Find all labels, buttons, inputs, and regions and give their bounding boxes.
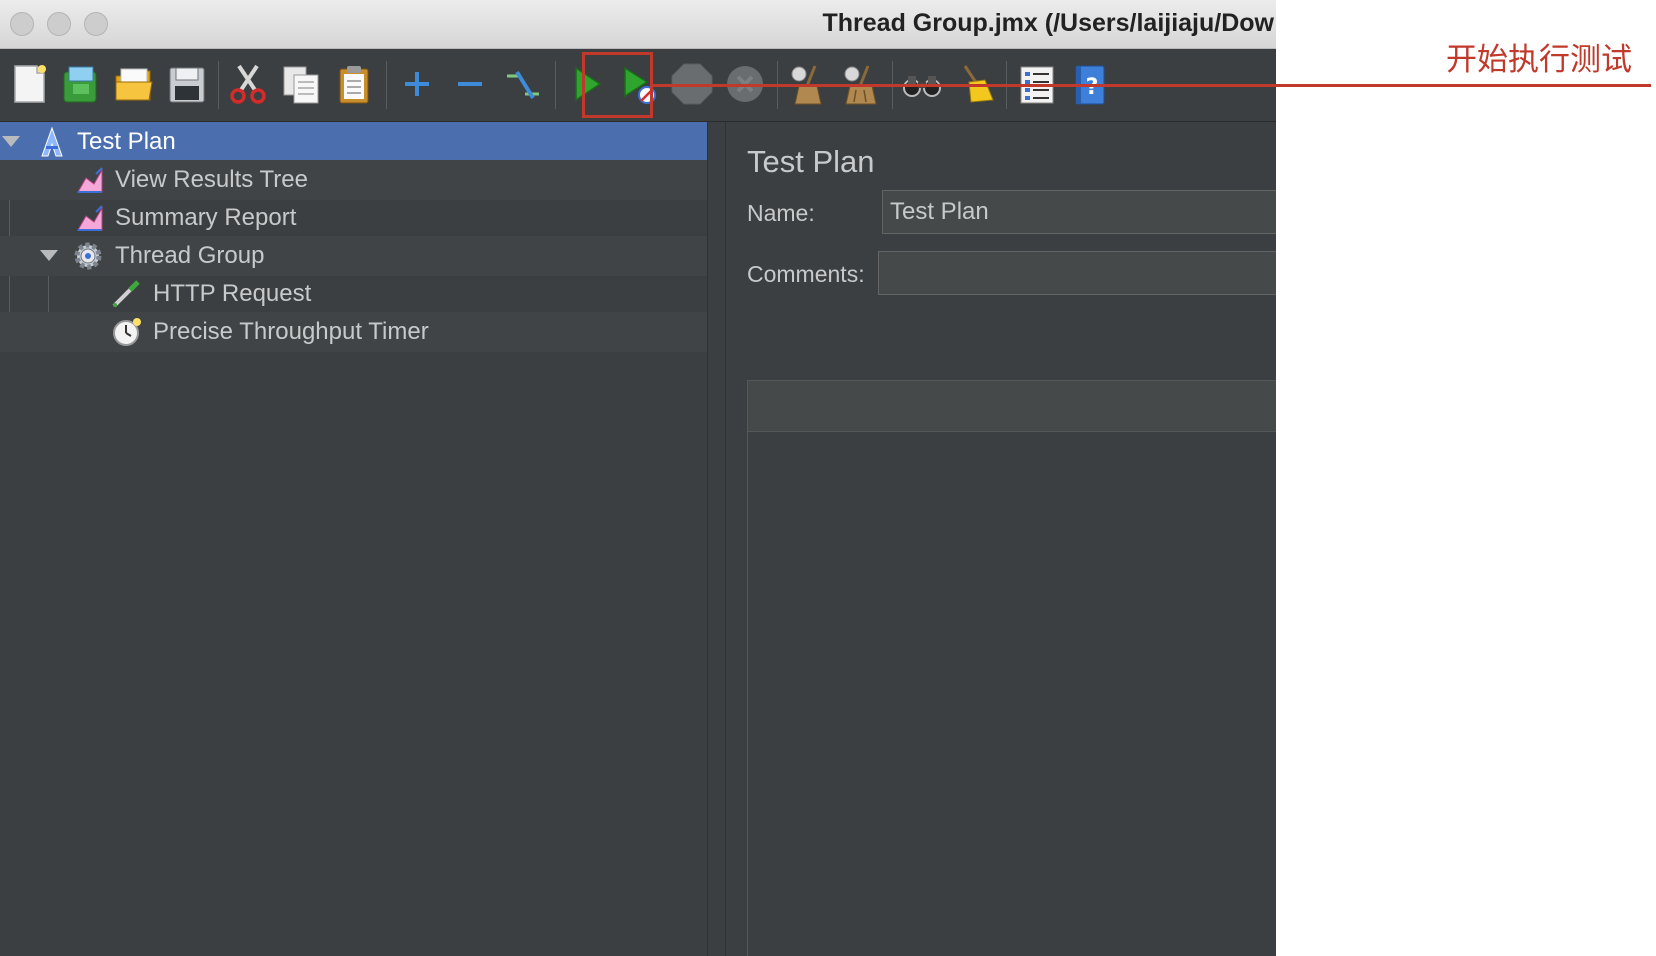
comments-field[interactable] bbox=[878, 251, 1276, 295]
save-button[interactable] bbox=[163, 59, 211, 109]
cut-button[interactable] bbox=[224, 59, 272, 109]
scissors-icon bbox=[230, 64, 266, 104]
tree-item-precise-throughput-timer[interactable]: Precise Throughput Timer bbox=[0, 312, 707, 352]
table-header bbox=[748, 381, 1276, 432]
title-bar: Thread Group.jmx (/Users/laijiaju/Dow bbox=[0, 0, 1276, 49]
zoom-window-button[interactable] bbox=[84, 12, 108, 36]
tree-item-label: Thread Group bbox=[115, 242, 265, 269]
name-field[interactable] bbox=[882, 190, 1276, 234]
tree-item-label: Test Plan bbox=[77, 128, 176, 155]
tree-item-thread-group[interactable]: Thread Group bbox=[0, 236, 707, 276]
clipboard-icon bbox=[339, 66, 369, 104]
templates-icon bbox=[63, 66, 97, 103]
toolbar-separator bbox=[218, 61, 219, 109]
close-window-button[interactable] bbox=[10, 12, 34, 36]
expand-button[interactable] bbox=[393, 59, 441, 109]
toolbar-separator bbox=[555, 61, 556, 109]
open-folder-icon bbox=[115, 68, 153, 101]
paste-button[interactable] bbox=[330, 59, 378, 109]
window-title: Thread Group.jmx (/Users/laijiaju/Dow bbox=[822, 9, 1275, 37]
annotation-label: 开始执行测试 bbox=[1446, 42, 1632, 77]
tree-item-label: View Results Tree bbox=[115, 166, 308, 193]
start-button-highlight bbox=[582, 52, 653, 118]
tree-item-summary-report[interactable]: Summary Report bbox=[0, 198, 707, 238]
name-label: Name: bbox=[747, 200, 815, 226]
open-button[interactable] bbox=[110, 59, 158, 109]
stopwatch-icon bbox=[113, 318, 141, 346]
tree-item-label: Precise Throughput Timer bbox=[153, 318, 429, 345]
tree-item-view-results-tree[interactable]: View Results Tree bbox=[0, 160, 707, 200]
toggle-icon bbox=[507, 70, 539, 100]
annotation-line bbox=[653, 84, 1651, 87]
new-button[interactable] bbox=[5, 59, 53, 109]
test-plan-icon bbox=[41, 126, 63, 157]
panel-splitter[interactable] bbox=[708, 122, 726, 956]
expand-arrow-icon[interactable] bbox=[40, 250, 58, 261]
listener-chart-icon bbox=[77, 167, 103, 193]
templates-button[interactable] bbox=[57, 59, 105, 109]
toolbar-separator bbox=[386, 61, 387, 109]
gear-icon bbox=[74, 242, 102, 270]
tree-item-http-request[interactable]: HTTP Request bbox=[0, 274, 707, 314]
panel-title: Test Plan bbox=[747, 144, 875, 179]
save-icon bbox=[169, 67, 205, 103]
tree-item-label: HTTP Request bbox=[153, 280, 312, 307]
tree-item-test-plan[interactable]: Test Plan bbox=[0, 122, 707, 162]
listener-chart-icon bbox=[77, 205, 103, 231]
tree-item-label: Summary Report bbox=[115, 204, 297, 231]
expand-arrow-icon[interactable] bbox=[2, 136, 20, 147]
toggle-button[interactable] bbox=[499, 59, 547, 109]
test-plan-panel: Test Plan Name: Comments: bbox=[726, 122, 1276, 956]
comments-label: Comments: bbox=[747, 261, 865, 287]
plus-icon bbox=[405, 72, 429, 96]
svg-text:?: ? bbox=[1086, 75, 1099, 100]
pipette-icon bbox=[112, 280, 140, 308]
test-plan-tree: Test Plan View Results Tree Summary Repo… bbox=[0, 122, 708, 956]
minus-icon bbox=[458, 82, 482, 86]
copy-icon bbox=[283, 66, 319, 104]
minimize-window-button[interactable] bbox=[47, 12, 71, 36]
collapse-button[interactable] bbox=[446, 59, 494, 109]
user-defined-variables-box bbox=[747, 380, 1276, 956]
copy-button[interactable] bbox=[277, 59, 325, 109]
new-file-icon bbox=[14, 65, 46, 103]
jmeter-window: Thread Group.jmx (/Users/laijiaju/Dow ? … bbox=[0, 0, 1276, 956]
